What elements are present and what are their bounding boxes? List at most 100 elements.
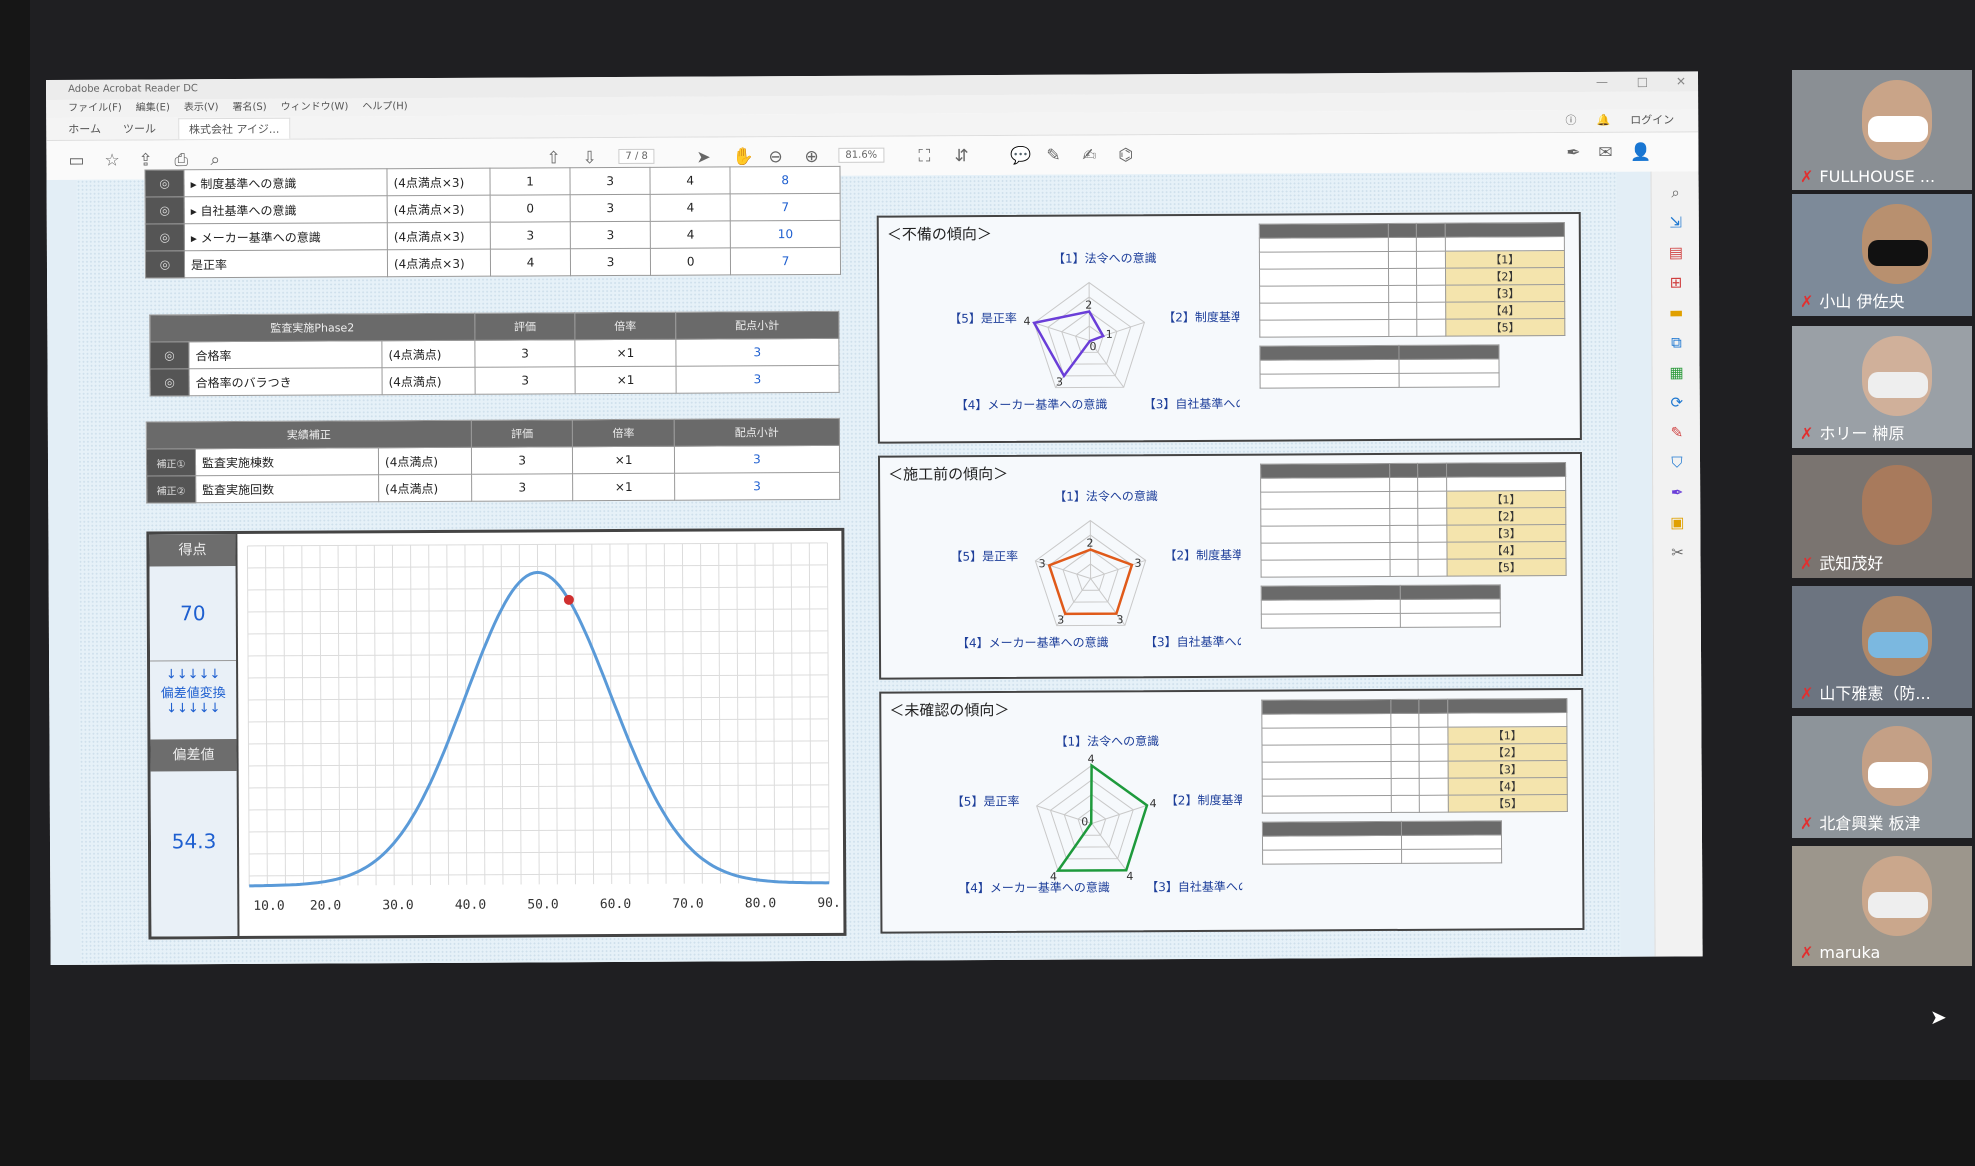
- menu-view[interactable]: 表示(V): [184, 99, 219, 117]
- comment-icon[interactable]: 💬: [1010, 146, 1031, 166]
- face-mask: [1868, 372, 1928, 398]
- maximize-button[interactable]: □: [1637, 72, 1648, 92]
- mail-icon[interactable]: ✉: [1598, 143, 1612, 163]
- participant-tile[interactable]: ✗ 北倉興業 板津: [1792, 716, 1972, 838]
- grid-line: [464, 544, 468, 885]
- table-header-row: [1262, 820, 1502, 837]
- organize-pages-icon[interactable]: ▤: [1652, 243, 1700, 261]
- prev-page-icon[interactable]: ⇧: [546, 148, 560, 168]
- radar-value-label: 3: [1135, 557, 1142, 570]
- table-row: [1262, 848, 1502, 865]
- x-tick-label: 80.0: [745, 896, 776, 911]
- participant-tile[interactable]: ✗ 山下雅憲（防...: [1792, 586, 1972, 708]
- face-mask: [1868, 892, 1928, 918]
- fill-sign-icon[interactable]: ✎: [1653, 423, 1701, 441]
- grid-line: [772, 543, 776, 884]
- pdf-page: ◎ ▸ 制度基準への意識 (4点満点×3) 1 3 4 8 ◎ ▸ 自社基準への意識 (4点満点…: [76, 165, 1621, 965]
- radar-axis-label: 【5】是正率: [950, 548, 1018, 563]
- help-icon[interactable]: ⓘ: [1565, 112, 1576, 128]
- create-pdf-icon[interactable]: ⊞: [1652, 273, 1700, 291]
- table-row: ◎ ▸ 制度基準への意識 (4点満点×3) 1 3 4 8: [144, 166, 841, 197]
- star-icon[interactable]: ☆: [104, 151, 119, 171]
- login-link[interactable]: ログイン: [1630, 111, 1674, 127]
- upload-icon[interactable]: ⇪: [138, 150, 152, 170]
- scroll-mode-icon[interactable]: ⇵: [954, 146, 968, 166]
- minimize-button[interactable]: —: [1596, 72, 1608, 92]
- face-mask: [1868, 632, 1928, 658]
- highlight-icon[interactable]: ✎: [1046, 146, 1060, 166]
- participant-tile[interactable]: ✗ maruka: [1792, 846, 1972, 966]
- table-row: 【5】: [1259, 318, 1565, 338]
- muted-mic-icon: ✗: [1800, 684, 1814, 703]
- stamp-icon[interactable]: ⌬: [1118, 145, 1133, 165]
- muted-mic-icon: ✗: [1800, 167, 1814, 186]
- select-tool-icon[interactable]: ➤: [696, 148, 710, 168]
- radar-axis-label: 【5】是正率: [952, 793, 1020, 808]
- participant-name-text: ホリー 榊原: [1819, 424, 1905, 443]
- fit-page-icon[interactable]: ⛶: [918, 146, 930, 166]
- menu-edit[interactable]: 編集(E): [136, 99, 170, 117]
- grid-line: [536, 544, 540, 885]
- bell-icon[interactable]: 🔔: [1596, 113, 1610, 126]
- mini-table-tag: 【4】: [1446, 541, 1567, 560]
- protect-icon[interactable]: ⛉: [1653, 453, 1701, 471]
- search-icon[interactable]: ⌕: [210, 150, 220, 170]
- participant-tile[interactable]: ✗ 小山 伊佐央: [1792, 194, 1972, 316]
- participant-tile[interactable]: ✗ ホリー 榊原: [1792, 326, 1972, 448]
- zoom-level-field[interactable]: 81.6%: [838, 147, 885, 163]
- participant-name-text: maruka: [1819, 943, 1881, 962]
- radar-axis-label: 【2】制度基準への意識: [1163, 309, 1240, 325]
- zoom-out-icon[interactable]: ⊖: [768, 147, 782, 167]
- face-mask: [1868, 240, 1928, 266]
- edit-sign-icon[interactable]: ✒: [1566, 143, 1580, 163]
- participant-tile[interactable]: ✗ 武知茂好: [1792, 455, 1972, 578]
- zoom-in-icon[interactable]: ⊕: [804, 147, 818, 167]
- document-area[interactable]: ◎ ▸ 制度基準への意識 (4点満点×3) 1 3 4 8 ◎ ▸ 自社基準への意識 (4点満点…: [46, 165, 1655, 965]
- tab-document[interactable]: 株式会社 アイジ...: [177, 117, 291, 139]
- menu-file[interactable]: ファイル(F): [68, 100, 122, 118]
- radar-panel-preconstruction: ＜施工前の傾向＞ 2 3 3 3 3 【1】法令への意識 【2】制度基準への意識 【3】自社基…: [877, 451, 1584, 680]
- menu-window[interactable]: ウィンドウ(W): [281, 98, 349, 116]
- radar-value-label: 4: [1126, 870, 1133, 883]
- table-row: 【3】: [1260, 524, 1566, 544]
- grid-line: [627, 543, 631, 884]
- correction-table: 実績補正 評価 倍率 配点小計 補正① 監査実施棟数 (4点満点) 3 ×1 3 補正② 監査実施…: [145, 417, 841, 504]
- table-row: 【4】: [1262, 777, 1568, 797]
- muted-mic-icon: ✗: [1800, 424, 1814, 443]
- export-pdf-icon[interactable]: ⇲: [1652, 213, 1700, 231]
- save-icon[interactable]: ▭: [68, 151, 84, 171]
- comment-tool-icon[interactable]: ▬: [1652, 303, 1700, 321]
- close-button[interactable]: ✕: [1676, 71, 1686, 91]
- share-user-icon[interactable]: 👤: [1630, 143, 1651, 163]
- mini-table-tag: 【5】: [1447, 794, 1568, 813]
- grid-line: [337, 545, 341, 886]
- page-number-field[interactable]: 7 / 8: [618, 148, 655, 165]
- mini-table-tag: 【1】: [1447, 726, 1567, 745]
- tab-tools[interactable]: ツール: [123, 120, 156, 136]
- print-icon[interactable]: ⎙: [174, 150, 188, 170]
- combine-icon[interactable]: ⧉: [1652, 333, 1700, 351]
- send-sign-icon[interactable]: ✒: [1653, 483, 1701, 501]
- radar-axis-label: 【1】法令への意識: [1053, 250, 1157, 266]
- table-row: 【5】: [1262, 794, 1568, 814]
- radar-chart-preconstruction: 2 3 3 3 3 【1】法令への意識【2】制度基準への意識【3】自社基準への意識 【4】メ…: [950, 488, 1241, 650]
- grid-line: [609, 544, 613, 885]
- mini-table-tag: 【1】: [1444, 250, 1565, 269]
- compress-icon[interactable]: ▣: [1653, 513, 1701, 531]
- more-tools-icon[interactable]: ✂: [1653, 543, 1701, 561]
- grid-line: [265, 545, 268, 886]
- next-page-icon[interactable]: ⇩: [582, 148, 596, 168]
- scan-icon[interactable]: ⟳: [1653, 393, 1701, 411]
- menu-sign[interactable]: 署名(S): [232, 99, 266, 117]
- table-row: ◎ ▸ 自社基準への意識 (4点満点×3) 0 3 4 7: [145, 193, 841, 224]
- zoom-icon[interactable]: ⌕: [1652, 183, 1700, 201]
- tab-home[interactable]: ホーム: [68, 121, 101, 137]
- hand-tool-icon[interactable]: ✋: [732, 147, 753, 167]
- participant-tile[interactable]: ✗ FULLHOUSE ...: [1792, 70, 1972, 190]
- x-tick-label: 90.0: [817, 896, 839, 911]
- menu-help[interactable]: ヘルプ(H): [362, 98, 407, 116]
- radar-axis-label: 【5】是正率: [949, 310, 1017, 325]
- sign-icon[interactable]: ✍: [1082, 145, 1096, 165]
- grid-line: [410, 545, 413, 886]
- edit-pdf-icon[interactable]: ▦: [1653, 363, 1701, 381]
